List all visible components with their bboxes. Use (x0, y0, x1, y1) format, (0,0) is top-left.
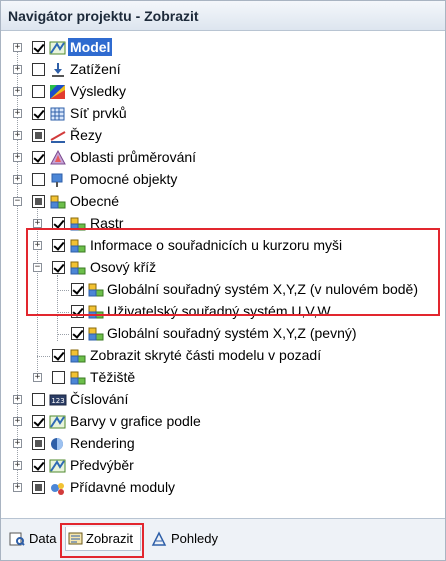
tab-views[interactable]: Pohledy (151, 529, 221, 553)
views-tab-icon (151, 531, 167, 546)
tree-item-model[interactable]: + Model (1, 37, 445, 59)
tab-label: Pohledy (171, 531, 218, 546)
rendering-icon (51, 438, 63, 450)
checkbox[interactable] (52, 371, 65, 384)
tree-item-label: Přídavné moduly (70, 479, 176, 495)
mesh-grid-icon (50, 107, 65, 121)
hidden-parts-settings-icon (70, 349, 86, 363)
expand-plus-icon[interactable]: + (13, 131, 22, 140)
checkbox[interactable] (71, 327, 84, 340)
checkbox[interactable] (32, 393, 45, 406)
checkbox[interactable] (32, 415, 45, 428)
tree-item-preselection[interactable]: + Předvýběr (1, 455, 445, 477)
expand-plus-icon[interactable]: + (13, 65, 22, 74)
expand-plus-icon[interactable]: + (13, 109, 22, 118)
tree-item-global-xyz-fixed[interactable]: Globální souřadný systém X,Y,Z (pevný) (1, 323, 445, 345)
tree-item-general[interactable]: − Obecné (1, 191, 445, 213)
checkbox[interactable] (32, 459, 45, 472)
center-of-gravity-settings-icon (70, 371, 86, 385)
results-icon (50, 85, 65, 99)
tree-item-colors-by[interactable]: + Barvy v grafice podle (1, 411, 445, 433)
checkbox[interactable] (32, 195, 45, 208)
tree-item-mesh[interactable]: + Síť prvků (1, 103, 445, 125)
tree-item-label: Výsledky (70, 83, 127, 99)
tree-connector (57, 334, 69, 335)
tab-label: Data (29, 531, 57, 546)
checkbox[interactable] (32, 41, 45, 54)
expand-plus-icon[interactable]: + (13, 461, 22, 470)
averaging-region-icon (50, 150, 66, 165)
guide-object-icon (51, 173, 63, 187)
highlight-display-tab (60, 523, 144, 558)
tree-item-guide-objects[interactable]: + Pomocné objekty (1, 169, 445, 191)
tree-item-addon-modules[interactable]: + Přídavné moduly (1, 477, 445, 499)
checkbox[interactable] (32, 129, 45, 142)
data-tab-icon (9, 532, 25, 546)
addon-modules-icon (51, 483, 64, 495)
expand-plus-icon[interactable]: + (13, 483, 22, 492)
tree-item-label: Model (68, 38, 113, 56)
tree-item-label: Barvy v grafice podle (70, 413, 201, 429)
tree-item-label: Řezy (70, 127, 102, 143)
window-title: Navigátor projektu - Zobrazit (1, 1, 445, 31)
expand-plus-icon[interactable]: + (13, 153, 22, 162)
tree-item-label: Oblasti průměrování (70, 149, 197, 165)
tree-item-label: Číslování (70, 391, 129, 407)
expand-plus-icon[interactable]: + (13, 439, 22, 448)
checkbox[interactable] (32, 151, 45, 164)
highlight-axis-cross-group (26, 228, 440, 316)
model-icon (49, 41, 66, 55)
colors-icon (49, 415, 66, 429)
tree-item-label: Zatížení (70, 61, 121, 77)
tree-item-label: Pomocné objekty (70, 171, 178, 187)
expand-plus-icon[interactable]: + (33, 219, 42, 228)
checkbox[interactable] (32, 107, 45, 120)
tree-item-averaging-regions[interactable]: + Oblasti průměrování (1, 147, 445, 169)
tree-item-loads[interactable]: + Zatížení (1, 59, 445, 81)
tree-item-label: Rendering (70, 435, 135, 451)
tab-data[interactable]: Data (9, 529, 59, 553)
tree-item-rendering[interactable]: + Rendering (1, 433, 445, 455)
tree-item-label: Těžiště (90, 369, 136, 385)
section-cut-icon (50, 131, 66, 143)
collapse-minus-icon[interactable]: − (13, 197, 22, 206)
coordinate-system-icon (88, 327, 104, 341)
tree-connector (37, 356, 50, 357)
checkbox[interactable] (32, 63, 45, 76)
general-settings-icon (50, 195, 66, 209)
tree-item-label: Síť prvků (70, 105, 127, 121)
tree-item-label: Globální souřadný systém X,Y,Z (pevný) (107, 325, 357, 341)
preselection-icon (49, 459, 66, 473)
expand-plus-icon[interactable]: + (13, 175, 22, 184)
tree-item-label: Předvýběr (70, 457, 134, 473)
tree-item-sections[interactable]: + Řezy (1, 125, 445, 147)
svg-text:123: 123 (51, 397, 64, 405)
checkbox[interactable] (52, 349, 65, 362)
expand-plus-icon[interactable]: + (13, 395, 22, 404)
tree-item-label: Zobrazit skryté části modelu v pozadí (90, 347, 322, 363)
tree-item-results[interactable]: + Výsledky (1, 81, 445, 103)
tree-item-numbering[interactable]: + 123 Číslování (1, 389, 445, 411)
checkbox[interactable] (32, 173, 45, 186)
project-navigator-window: Navigátor projektu - Zobrazit + Model + (0, 0, 446, 561)
expand-plus-icon[interactable]: + (13, 417, 22, 426)
checkbox[interactable] (32, 85, 45, 98)
expand-plus-icon[interactable]: + (13, 43, 22, 52)
checkbox[interactable] (32, 481, 45, 494)
numbering-icon: 123 (49, 394, 67, 406)
tree-item-show-hidden-parts[interactable]: Zobrazit skryté části modelu v pozadí (1, 345, 445, 367)
checkbox[interactable] (32, 437, 45, 450)
tree-item-label: Obecné (70, 193, 120, 209)
tree-item-center-of-gravity[interactable]: + Těžiště (1, 367, 445, 389)
expand-plus-icon[interactable]: + (33, 373, 42, 382)
expand-plus-icon[interactable]: + (13, 87, 22, 96)
load-arrow-icon (52, 63, 64, 77)
